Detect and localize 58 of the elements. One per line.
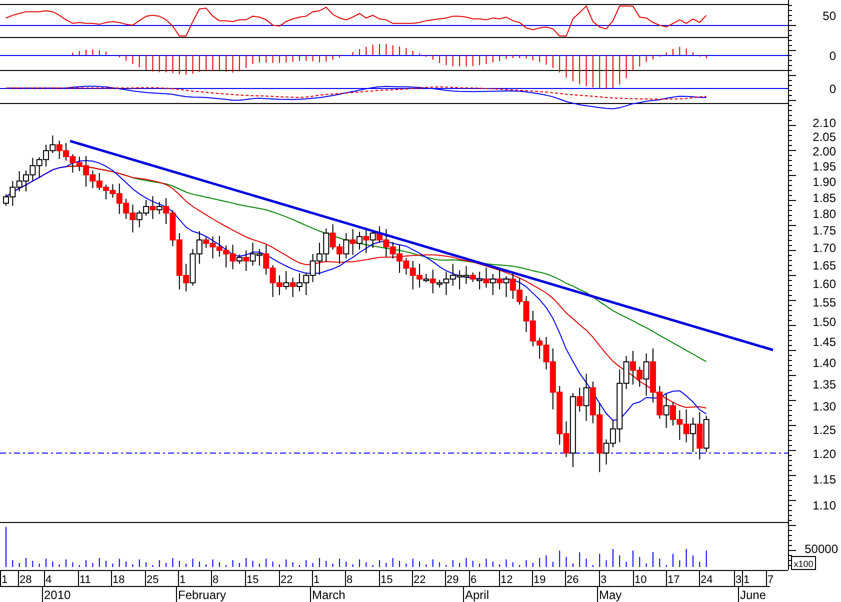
price-axis-label: 1.70	[812, 240, 836, 255]
day-label: 15	[380, 574, 393, 586]
month-label: March	[312, 588, 346, 602]
price-axis-label: 1.25	[812, 422, 836, 437]
month-label: April	[465, 588, 490, 602]
day-label: 25	[146, 574, 159, 586]
price-axis-label: 1.20	[812, 447, 836, 462]
indicator-axis-label: 0	[829, 82, 836, 96]
price-axis-label: 1.35	[812, 377, 836, 392]
day-label: 1	[314, 574, 320, 586]
day-label: 4	[46, 574, 52, 586]
indicator-axis-label: 0	[829, 49, 836, 63]
price-axis-label: 2.10	[812, 116, 836, 130]
day-label: 7	[768, 574, 774, 586]
price-axis-label: 2.05	[812, 130, 836, 144]
month-label: 2010	[44, 588, 71, 602]
price-axis-label: 1.75	[812, 224, 836, 238]
price-axis-label: 1.95	[812, 160, 836, 174]
month-label: May	[599, 588, 622, 602]
volume-axis-label: 50000	[804, 542, 838, 556]
day-label: 3	[600, 574, 607, 586]
day-label: 8	[212, 574, 219, 586]
day-label: 17	[668, 574, 680, 586]
day-label: 19	[534, 574, 546, 586]
price-axis-label: 1.40	[812, 356, 836, 370]
day-label: 3	[736, 574, 742, 586]
day-label: 29	[446, 574, 459, 586]
day-label: 22	[414, 574, 426, 586]
day-label: 22	[280, 574, 293, 586]
price-axis-label: 2.00	[812, 144, 836, 159]
day-label: 1	[180, 574, 186, 586]
price-axis-label: 1.50	[812, 314, 836, 329]
month-label: June	[740, 588, 766, 602]
price-axis-label: 1.10	[812, 498, 836, 513]
day-label: 26	[566, 574, 579, 586]
day-label: 24	[700, 574, 713, 586]
price-axis-label: 1.60	[812, 276, 836, 291]
day-label: 8	[346, 574, 353, 586]
day-label: 28	[20, 574, 32, 586]
indicator-axis-label: 50	[822, 9, 836, 23]
price-axis-label: 1.85	[812, 190, 836, 205]
day-label: 10	[634, 574, 647, 586]
day-label: 15	[246, 574, 259, 586]
day-label: 1	[2, 574, 8, 586]
price-axis-label: 1.80	[812, 207, 836, 222]
price-axis-label: 1.15	[812, 472, 836, 486]
price-axis-label: 1.30	[812, 400, 836, 414]
month-label: February	[178, 588, 226, 602]
day-label: 11	[80, 574, 91, 586]
price-axis-label: 1.90	[812, 175, 836, 190]
day-label: 12	[500, 574, 513, 586]
price-axis-label: 1.65	[812, 258, 836, 273]
day-label: 6	[470, 574, 477, 586]
unit-label: x100	[791, 556, 816, 570]
price-axis-label: 1.45	[812, 335, 836, 350]
price-axis-label: 1.55	[812, 296, 836, 310]
day-label: 18	[112, 574, 125, 586]
day-label: 1	[744, 574, 750, 586]
